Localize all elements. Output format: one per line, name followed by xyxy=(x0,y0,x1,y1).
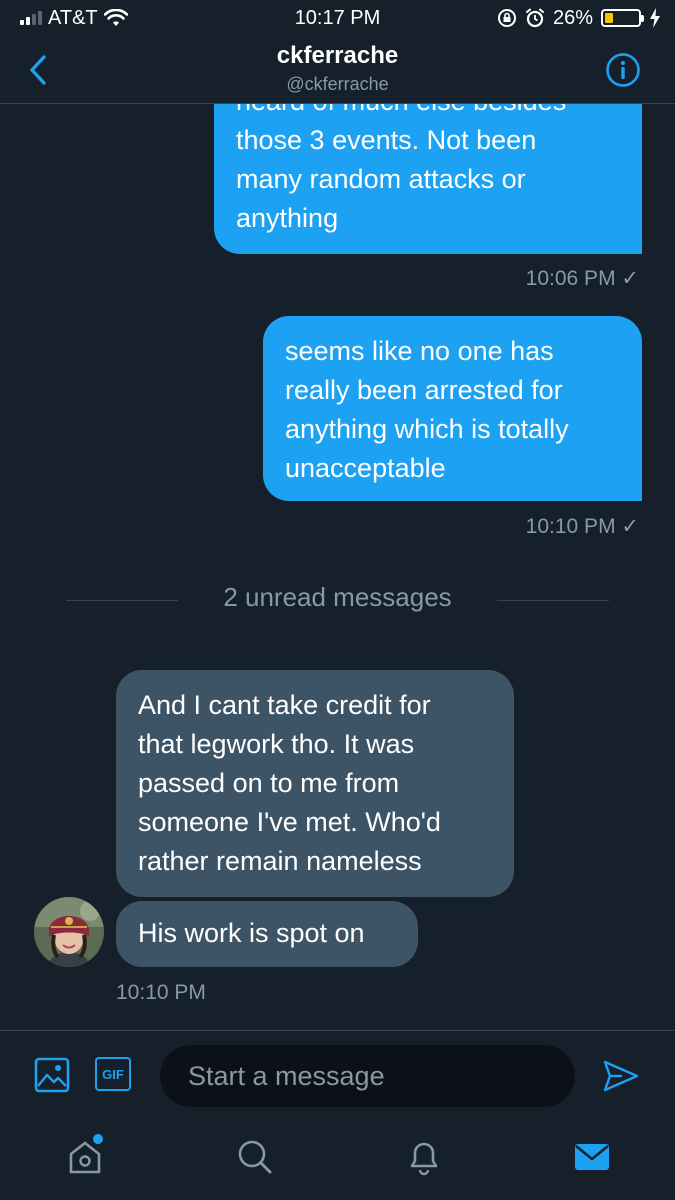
charging-bolt-icon xyxy=(650,8,660,28)
info-icon[interactable] xyxy=(605,52,641,88)
message-timestamp: 10:10 PM xyxy=(116,981,206,1004)
message-timestamp: 10:10 PM ✓ xyxy=(525,515,639,538)
message-thread[interactable]: heard of much else besides those 3 event… xyxy=(0,104,675,1030)
search-icon[interactable] xyxy=(232,1134,276,1178)
incoming-message-bubble[interactable]: His work is spot on xyxy=(116,901,418,967)
carrier-label: AT&T xyxy=(48,6,98,29)
divider-line-right xyxy=(497,600,609,601)
message-composer: GIF xyxy=(0,1030,675,1120)
status-bar: AT&T 10:17 PM 26% xyxy=(0,0,675,36)
status-right: 26% xyxy=(497,7,661,30)
notifications-bell-icon[interactable] xyxy=(402,1134,446,1178)
signal-icon xyxy=(20,11,42,25)
outgoing-message-bubble[interactable]: heard of much else besides those 3 event… xyxy=(214,104,642,254)
message-timestamp: 10:06 PM ✓ xyxy=(525,267,639,290)
conversation-title: ckferrache xyxy=(276,42,399,69)
battery-icon xyxy=(601,9,644,27)
message-input[interactable] xyxy=(160,1045,575,1107)
alarm-icon xyxy=(525,8,544,28)
messages-mail-icon[interactable] xyxy=(570,1134,614,1178)
unread-messages-divider: 2 unread messages xyxy=(223,582,452,612)
battery-percent: 26% xyxy=(552,6,593,29)
send-icon[interactable] xyxy=(602,1059,640,1093)
sender-avatar[interactable] xyxy=(34,897,104,967)
wifi-icon xyxy=(103,9,128,26)
home-icon[interactable] xyxy=(63,1134,107,1178)
incoming-message-bubble[interactable]: And I cant take credit for that legwork … xyxy=(116,670,514,897)
bottom-tab-bar xyxy=(0,1120,675,1200)
battery-level xyxy=(605,13,613,23)
outgoing-message-bubble[interactable]: seems like no one has really been arrest… xyxy=(263,316,642,501)
gif-button[interactable]: GIF xyxy=(95,1057,131,1091)
avatar-image xyxy=(34,897,104,967)
conversation-handle: @ckferrache xyxy=(286,74,389,94)
rotation-lock-icon xyxy=(497,9,516,27)
status-left: AT&T xyxy=(20,7,128,30)
conversation-header: ckferrache @ckferrache xyxy=(0,36,675,104)
gif-label: GIF xyxy=(102,1066,124,1082)
image-icon[interactable] xyxy=(34,1057,70,1093)
